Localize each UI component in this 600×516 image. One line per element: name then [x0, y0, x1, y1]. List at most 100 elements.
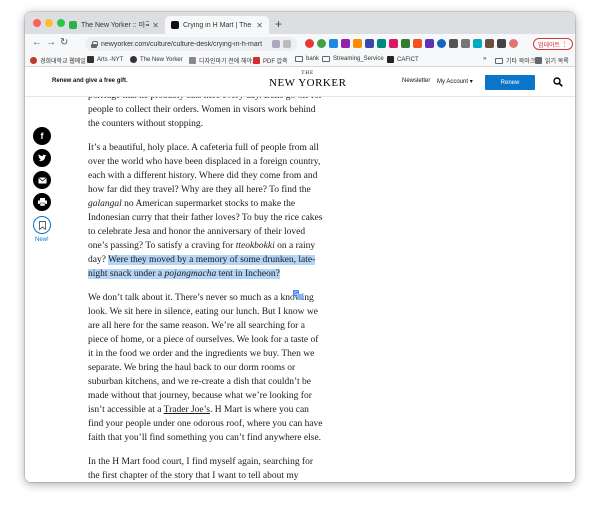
puzzle-icon[interactable]: [497, 39, 506, 48]
bookmark-new-yorker[interactable]: The New Yorker: [130, 56, 183, 63]
update-button[interactable]: 업데이트 ⋮: [533, 38, 573, 50]
bookmark-label: Streaming_Service: [333, 56, 384, 62]
pdf-icon: [253, 57, 260, 64]
new-tab-button[interactable]: +: [275, 17, 282, 31]
my-account-menu[interactable]: My Account ▾: [437, 78, 473, 85]
globe-icon: [130, 56, 137, 63]
renew-label: Renew: [500, 79, 520, 86]
twitter-icon: [37, 154, 47, 162]
renew-promo-link[interactable]: Renew and give a free gift.: [52, 78, 128, 84]
bookmark-label: CAFICT: [397, 56, 419, 63]
reload-icon[interactable]: ↻: [60, 37, 68, 48]
university-icon: [30, 57, 37, 64]
article-area: f New! porridge that: [25, 97, 575, 482]
nyt-icon: [87, 56, 94, 63]
svg-text:G: G: [294, 291, 298, 297]
chevron-right-icon: »: [483, 56, 487, 62]
new-yorker-logo[interactable]: THE NEW YORKER: [269, 71, 346, 89]
trader-joes-link[interactable]: Trader Joe’s: [164, 405, 210, 415]
bookmark-reading-list[interactable]: 읽기 목록: [535, 56, 569, 65]
bookmark-label: 경희대학교 웹메일: [40, 59, 86, 65]
site-header: Renew and give a free gift. THE NEW YORK…: [25, 67, 575, 97]
search-icon[interactable]: [553, 77, 563, 87]
print-icon: [37, 198, 47, 206]
close-tab-icon[interactable]: ✕: [256, 21, 263, 30]
forward-icon[interactable]: →: [46, 37, 56, 48]
new-badge: New!: [35, 237, 49, 243]
print-button[interactable]: [33, 193, 51, 211]
extension-icon[interactable]: [437, 39, 446, 48]
reading-list-icon: [535, 57, 542, 64]
bookmark-khu-webmail[interactable]: 경희대학교 웹메일: [30, 56, 86, 65]
extension-icon[interactable]: [485, 39, 494, 48]
facebook-share-button[interactable]: f: [33, 127, 51, 145]
close-tab-icon[interactable]: ✕: [152, 21, 159, 30]
article-paragraph: In the H Mart food court, I find myself …: [88, 457, 314, 481]
my-account-label: My Account: [437, 79, 469, 85]
extension-icon[interactable]: [377, 39, 386, 48]
minimize-window-button[interactable]: [45, 19, 53, 27]
extension-icon[interactable]: [341, 39, 350, 48]
extension-icon[interactable]: [473, 39, 482, 48]
pen-icon: [189, 57, 196, 64]
article-paragraph: We don’t talk about it. There’s never so…: [88, 293, 323, 443]
email-share-button[interactable]: [33, 171, 51, 189]
tab-crying-in-h-mart[interactable]: Crying in H Mart | The New Yo ✕: [165, 16, 269, 34]
back-icon[interactable]: ←: [32, 37, 42, 48]
bookmark-label: 읽기 목록: [545, 59, 569, 65]
logo-name: NEW YORKER: [269, 77, 347, 89]
extension-icon[interactable]: [401, 39, 410, 48]
bookmark-label: bank: [306, 56, 320, 62]
bookmarks-bar: 경희대학교 웹메일 Arts -NYT The New Yorker 디자인마기…: [25, 54, 575, 67]
bookmark-label: PDF 압축: [263, 59, 288, 65]
extension-icon[interactable]: [329, 39, 338, 48]
browser-window: The New Yorker :: 미국의 한인이 ✕ Crying in H …: [25, 12, 575, 482]
extension-icon[interactable]: [425, 39, 434, 48]
tab-title: The New Yorker :: 미국의 한인이: [81, 22, 150, 29]
bookmarks-overflow[interactable]: »: [483, 56, 486, 62]
bookmark-label: The New Yorker: [140, 56, 183, 63]
avatar[interactable]: [509, 39, 518, 48]
bookmark-design[interactable]: 디자인마기 전에 해야...: [189, 56, 257, 65]
folder-icon: [322, 56, 330, 62]
save-article-button[interactable]: [33, 216, 51, 234]
extension-icon[interactable]: [365, 39, 374, 48]
tab-title: Crying in H Mart | The New Yo: [183, 21, 253, 29]
extension-icon[interactable]: [461, 39, 470, 48]
extension-icon[interactable]: [353, 39, 362, 48]
bookmark-folder-streaming[interactable]: Streaming_Service: [322, 56, 384, 62]
bookmark-label: Arts -NYT: [97, 56, 124, 63]
twitter-share-button[interactable]: [33, 149, 51, 167]
extension-icon[interactable]: [413, 39, 422, 48]
bookmark-folder-other[interactable]: 기타 북마크: [495, 56, 535, 65]
renew-button[interactable]: Renew: [485, 75, 535, 90]
extension-icon[interactable]: [305, 39, 314, 48]
tab-new-yorker-korean[interactable]: The New Yorker :: 미국의 한인이 ✕: [63, 16, 165, 34]
address-bar[interactable]: newyorker.com/culture/culture-desk/cryin…: [85, 37, 297, 51]
article-body: porridge that he probably eats here ever…: [88, 97, 324, 482]
bookmark-folder-bank[interactable]: bank: [295, 56, 319, 62]
bookmark-arts-nyt[interactable]: Arts -NYT: [87, 56, 123, 63]
extension-icon[interactable]: [389, 39, 398, 48]
tab-favicon: [69, 21, 77, 29]
share-page-icon[interactable]: [272, 40, 280, 48]
bookmark-icon: [38, 220, 46, 230]
translate-icon[interactable]: G: [293, 290, 303, 300]
selected-text[interactable]: Were they moved by a memory of some drun…: [88, 255, 316, 279]
bookmark-star-icon[interactable]: [283, 40, 291, 48]
bookmark-cafict[interactable]: CAFICT: [387, 56, 419, 63]
article-paragraph: It’s a beautiful, holy place. A cafeteri…: [88, 143, 323, 279]
browser-toolbar: ← → ↻ newyorker.com/culture/culture-desk…: [25, 34, 575, 54]
cafict-icon: [387, 56, 394, 63]
extension-icon[interactable]: [317, 39, 326, 48]
bookmark-pdf[interactable]: PDF 압축: [253, 56, 288, 65]
bookmark-label: 기타 북마크: [506, 59, 536, 65]
close-window-button[interactable]: [33, 19, 41, 27]
italic-term: pojangmacha: [164, 269, 217, 279]
lock-icon: [91, 40, 98, 48]
italic-term: galangal: [88, 199, 122, 209]
newsletter-link[interactable]: Newsletter: [402, 78, 430, 84]
extension-icon[interactable]: [449, 39, 458, 48]
tab-strip: The New Yorker :: 미국의 한인이 ✕ Crying in H …: [25, 12, 575, 34]
bookmark-label: 디자인마기 전에 해야...: [199, 59, 258, 65]
